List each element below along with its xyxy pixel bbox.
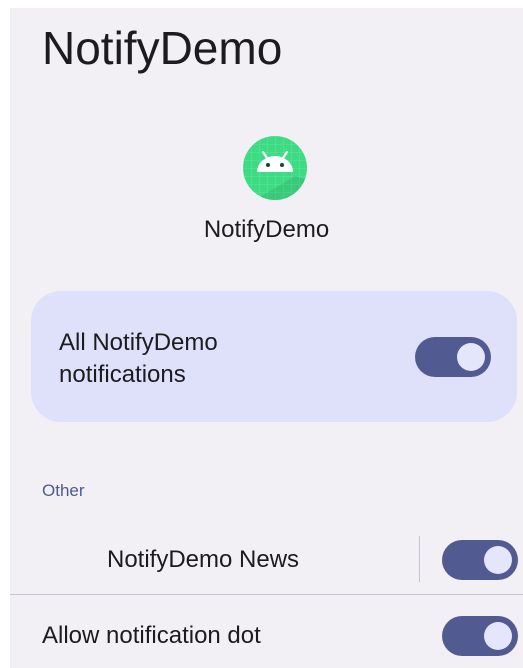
- switch-thumb: [484, 622, 512, 650]
- vertical-divider: [419, 536, 420, 582]
- page-title: NotifyDemo: [42, 22, 283, 74]
- notification-dot-label: Allow notification dot: [42, 622, 261, 649]
- news-channel-switch[interactable]: [442, 540, 518, 580]
- notification-dot-switch[interactable]: [442, 616, 518, 656]
- notification-dot-row[interactable]: Allow notification dot: [10, 600, 523, 668]
- android-robot-icon: [243, 136, 307, 200]
- horizontal-divider: [10, 594, 523, 595]
- app-notification-settings-screen: NotifyDemo NotifyDemo All NotifyDemo not…: [10, 8, 523, 668]
- all-notifications-switch[interactable]: [415, 337, 491, 377]
- switch-thumb: [457, 343, 485, 371]
- channel-label-news: NotifyDemo News: [107, 546, 300, 573]
- app-name: NotifyDemo: [203, 216, 330, 243]
- section-header-other: Other: [42, 481, 85, 500]
- channel-row-news[interactable]: NotifyDemo News: [10, 526, 523, 596]
- all-notifications-label: All NotifyDemo notifications: [59, 329, 218, 388]
- switch-thumb: [484, 546, 512, 574]
- all-notifications-toggle-card[interactable]: All NotifyDemo notifications: [31, 291, 517, 422]
